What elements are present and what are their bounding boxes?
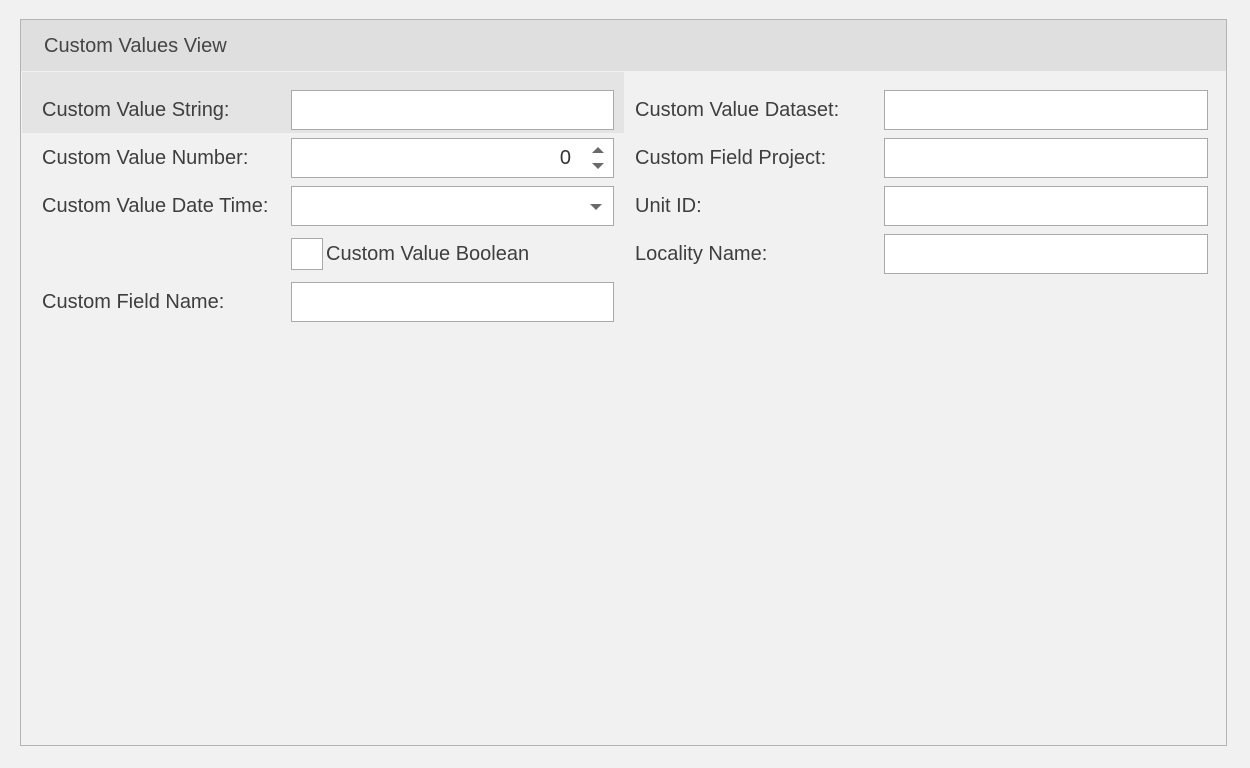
custom-field-name-input[interactable] [292, 283, 613, 321]
locality-name-label: Locality Name: [635, 243, 768, 265]
custom-value-datetime-label: Custom Value Date Time: [42, 195, 269, 217]
custom-value-datetime-picker[interactable] [291, 186, 614, 226]
custom-value-number-spinner[interactable]: 0 [291, 138, 614, 178]
custom-value-dataset-input[interactable] [885, 91, 1207, 129]
custom-field-project-input[interactable] [885, 139, 1207, 177]
custom-field-name-label: Custom Field Name: [42, 291, 225, 313]
unit-id-input[interactable] [885, 187, 1207, 225]
custom-value-dataset-field[interactable] [884, 90, 1208, 130]
locality-name-input[interactable] [885, 235, 1207, 273]
custom-field-name-field[interactable] [291, 282, 614, 322]
group-title: Custom Values View [44, 35, 227, 57]
locality-name-field[interactable] [884, 234, 1208, 274]
spin-up-icon[interactable] [592, 147, 604, 153]
chevron-down-icon[interactable] [590, 204, 602, 210]
unit-id-field[interactable] [884, 186, 1208, 226]
custom-value-dataset-label: Custom Value Dataset: [635, 99, 840, 121]
custom-field-project-label: Custom Field Project: [635, 147, 827, 169]
unit-id-label: Unit ID: [635, 195, 702, 217]
spin-down-icon[interactable] [592, 163, 604, 169]
custom-value-string-label: Custom Value String: [42, 99, 230, 121]
custom-value-string-input[interactable] [292, 91, 613, 129]
group-header: Custom Values View [21, 20, 1226, 71]
custom-value-boolean-label[interactable]: Custom Value Boolean [326, 243, 529, 266]
custom-value-string-field[interactable] [291, 90, 614, 130]
custom-value-boolean-checkbox[interactable] [291, 238, 323, 270]
custom-value-number-label: Custom Value Number: [42, 147, 249, 169]
custom-value-number-value[interactable]: 0 [560, 147, 571, 170]
custom-field-project-field[interactable] [884, 138, 1208, 178]
